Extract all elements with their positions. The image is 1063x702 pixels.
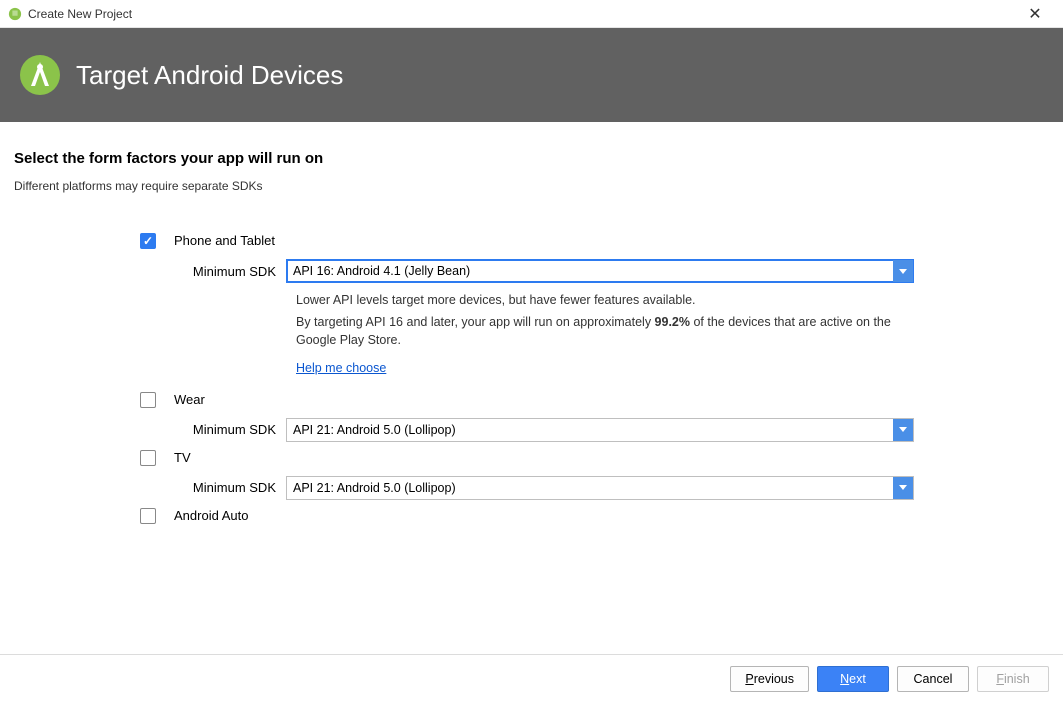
previous-rest: revious <box>754 672 794 686</box>
phone-tablet-help-text: Lower API levels target more devices, bu… <box>296 291 916 378</box>
finish-button[interactable]: Finish <box>977 666 1049 692</box>
finish-rest: inish <box>1004 672 1030 686</box>
close-button[interactable]: ✕ <box>1015 0 1055 28</box>
window-title: Create New Project <box>28 7 1015 21</box>
chevron-down-icon <box>893 477 913 499</box>
page-subheading: Different platforms may require separate… <box>14 179 1049 193</box>
help-line-2: By targeting API 16 and later, your app … <box>296 313 916 349</box>
wizard-banner: Target Android Devices <box>0 28 1063 122</box>
wizard-footer: Previous Next Cancel Finish <box>0 654 1063 702</box>
finish-mnemonic: F <box>996 672 1004 686</box>
help-percent: 99.2% <box>655 315 690 329</box>
wear-min-sdk-label: Minimum SDK <box>14 422 286 437</box>
wizard-content: Select the form factors your app will ru… <box>0 122 1063 654</box>
chevron-down-icon <box>893 260 913 282</box>
wear-min-sdk-value: API 21: Android 5.0 (Lollipop) <box>293 423 456 437</box>
next-mnemonic: N <box>840 672 849 686</box>
phone-tablet-min-sdk-value: API 16: Android 4.1 (Jelly Bean) <box>293 264 470 278</box>
phone-tablet-label: Phone and Tablet <box>174 233 275 248</box>
phone-tablet-checkbox[interactable] <box>140 233 156 249</box>
chevron-down-icon <box>893 419 913 441</box>
previous-button[interactable]: Previous <box>730 666 809 692</box>
help-line-2-prefix: By targeting API 16 and later, your app … <box>296 315 655 329</box>
wear-checkbox[interactable] <box>140 392 156 408</box>
tv-min-sdk-value: API 21: Android 5.0 (Lollipop) <box>293 481 456 495</box>
next-rest: ext <box>849 672 866 686</box>
android-studio-icon <box>18 53 62 97</box>
tv-label: TV <box>174 450 191 465</box>
banner-title: Target Android Devices <box>76 60 343 91</box>
wear-label: Wear <box>174 392 205 407</box>
tv-checkbox[interactable] <box>140 450 156 466</box>
cancel-button[interactable]: Cancel <box>897 666 969 692</box>
help-me-choose-link[interactable]: Help me choose <box>296 359 386 377</box>
phone-tablet-min-sdk-label: Minimum SDK <box>14 264 286 279</box>
page-heading: Select the form factors your app will ru… <box>14 150 1049 167</box>
tv-min-sdk-label: Minimum SDK <box>14 480 286 495</box>
tv-min-sdk-select[interactable]: API 21: Android 5.0 (Lollipop) <box>286 476 914 500</box>
phone-tablet-min-sdk-select[interactable]: API 16: Android 4.1 (Jelly Bean) <box>286 259 914 283</box>
title-bar: Create New Project ✕ <box>0 0 1063 28</box>
app-icon <box>8 7 22 21</box>
android-auto-checkbox[interactable] <box>140 508 156 524</box>
android-auto-label: Android Auto <box>174 508 248 523</box>
help-line-1: Lower API levels target more devices, bu… <box>296 291 916 309</box>
next-button[interactable]: Next <box>817 666 889 692</box>
wear-min-sdk-select[interactable]: API 21: Android 5.0 (Lollipop) <box>286 418 914 442</box>
previous-mnemonic: P <box>745 672 753 686</box>
